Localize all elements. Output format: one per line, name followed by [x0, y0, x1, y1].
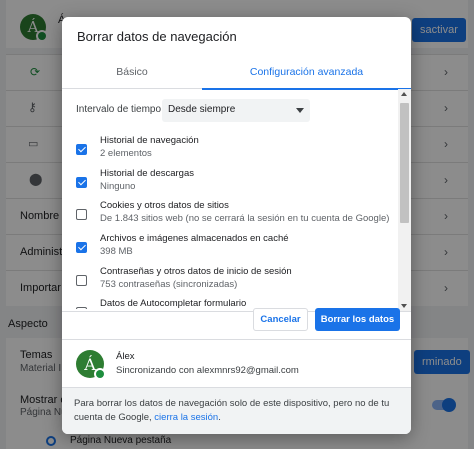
tab-advanced[interactable]: Configuración avanzada — [202, 59, 411, 90]
checkbox-cache[interactable] — [76, 242, 87, 253]
cancel-button[interactable]: Cancelar — [253, 308, 308, 331]
time-range-label: Intervalo de tiempo — [76, 104, 162, 115]
account-name: Álex — [116, 351, 135, 362]
sync-badge-icon — [94, 368, 106, 380]
dropdown-caret-icon — [296, 108, 304, 113]
clear-data-button[interactable]: Borrar los datos — [315, 308, 400, 331]
data-types-list: Historial de navegación 2 elementos Hist… — [62, 129, 411, 309]
clear-browsing-data-dialog: Borrar datos de navegación Básico Config… — [62, 17, 411, 434]
time-range-select[interactable]: Desde siempre — [162, 99, 310, 122]
list-item-cookies[interactable]: Cookies y otros datos de sitios De 1.843… — [62, 200, 402, 233]
checkbox-cookies[interactable] — [76, 209, 87, 220]
list-item-cache[interactable]: Archivos e imágenes almacenados en caché… — [62, 233, 402, 266]
tab-bar: Básico Configuración avanzada — [62, 59, 411, 90]
checkbox-download-history[interactable] — [76, 177, 87, 188]
scroll-up-arrow-icon[interactable] — [401, 92, 407, 96]
time-range-row: Intervalo de tiempo Desde siempre — [76, 99, 396, 122]
dialog-title: Borrar datos de navegación — [77, 29, 237, 44]
dialog-footer: Para borrar los datos de navegación solo… — [62, 387, 411, 434]
sign-out-link[interactable]: cierra la sesión — [154, 412, 218, 423]
list-scrollbar[interactable] — [398, 89, 411, 311]
time-range-value: Desde siempre — [168, 104, 236, 115]
scroll-down-arrow-icon[interactable] — [401, 304, 407, 308]
account-sync-status: Sincronizando con alexmnrs92@gmail.com — [116, 365, 299, 376]
checkbox-browsing-history[interactable] — [76, 144, 87, 155]
checkbox-autofill[interactable] — [76, 307, 87, 309]
account-avatar: Á — [76, 350, 106, 380]
account-divider — [62, 339, 411, 340]
list-item-download-history[interactable]: Historial de descargas Ninguno — [62, 168, 402, 201]
checkbox-passwords[interactable] — [76, 275, 87, 286]
list-item-passwords[interactable]: Contraseñas y otros datos de inicio de s… — [62, 266, 402, 299]
scrollbar-thumb[interactable] — [400, 103, 409, 223]
footer-note: Para borrar los datos de navegación solo… — [74, 398, 390, 423]
list-item-browsing-history[interactable]: Historial de navegación 2 elementos — [62, 135, 402, 168]
tab-basic[interactable]: Básico — [62, 59, 202, 89]
